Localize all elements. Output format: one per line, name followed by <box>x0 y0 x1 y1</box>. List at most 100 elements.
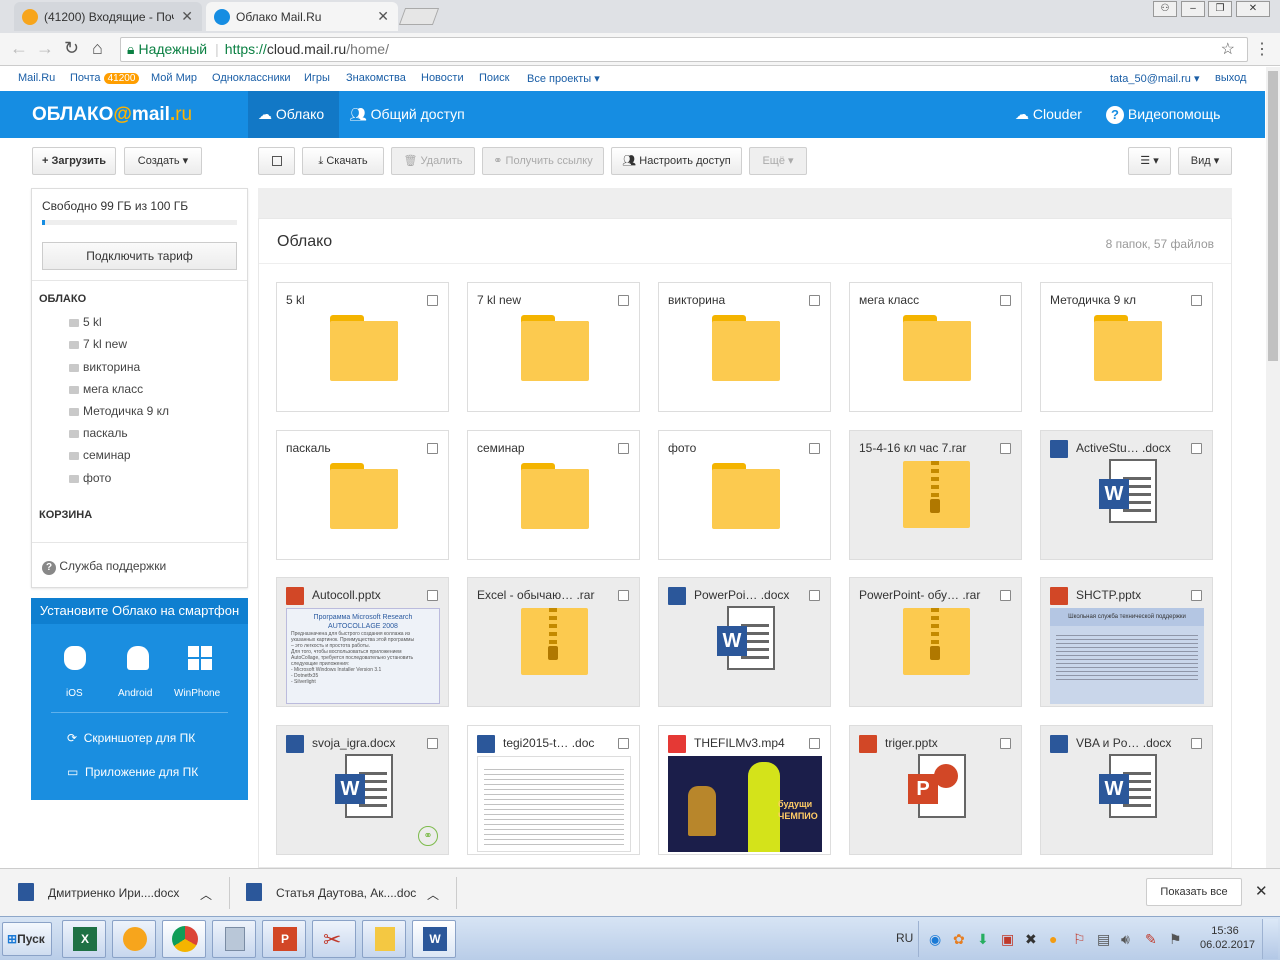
file-card[interactable]: Программа Microsoft Research AUTOCOLLAGE … <box>276 577 449 707</box>
sidebar-folder-pascal[interactable]: паскаль <box>69 426 128 440</box>
chevron-up-icon[interactable]: ︿ <box>200 886 212 903</box>
folder-card[interactable]: фото <box>658 430 831 560</box>
android-label[interactable]: Android <box>118 688 152 699</box>
taskbar-excel[interactable]: X <box>62 920 106 958</box>
item-checkbox[interactable] <box>1191 590 1202 601</box>
taskbar-scissors[interactable]: ✂ <box>312 920 356 958</box>
tray-app-icon[interactable]: ⚑ <box>1169 931 1182 948</box>
user-email[interactable]: tata_50@mail.ru ▾ <box>1110 72 1199 85</box>
tab-cloud[interactable]: Облако Mail.Ru ✕ <box>206 2 398 31</box>
section-trash[interactable]: КОРЗИНА <box>39 509 92 521</box>
portal-link-myworld[interactable]: Мой Мир <box>151 72 197 84</box>
tray-app-icon[interactable]: ▣ <box>1001 931 1014 948</box>
file-card[interactable]: Школьная служба технической поддержки SHC… <box>1040 577 1213 707</box>
sidebar-folder-7kl[interactable]: 7 kl new <box>69 337 127 351</box>
user-icon[interactable]: ⚇ <box>1153 1 1177 17</box>
tray-app-icon[interactable]: ✿ <box>953 931 965 948</box>
network-icon[interactable]: ◉ <box>929 931 941 948</box>
item-checkbox[interactable] <box>427 738 438 749</box>
tray-app-icon[interactable]: ✖ <box>1025 931 1037 948</box>
nav-shared[interactable]: 👥︎ Общий доступ <box>339 91 475 138</box>
item-checkbox[interactable] <box>809 738 820 749</box>
clouder-link[interactable]: ☁ Clouder <box>1005 91 1092 138</box>
sidebar-folder-metodichka[interactable]: Методичка 9 кл <box>69 404 169 418</box>
cloud-logo[interactable]: ОБЛАКО@mail.ru <box>32 104 192 126</box>
download-item-2[interactable]: Статья Даутова, Ак....doc <box>276 886 416 900</box>
item-checkbox[interactable] <box>1000 590 1011 601</box>
file-card[interactable]: Wsvoja_igra.docx ⚭ <box>276 725 449 855</box>
folder-card[interactable]: паскаль <box>276 430 449 560</box>
download-arrow-icon[interactable]: ⬇ <box>977 931 989 948</box>
tray-app-icon[interactable]: ● <box>1049 931 1057 947</box>
item-checkbox[interactable] <box>427 443 438 454</box>
item-checkbox[interactable] <box>1000 738 1011 749</box>
folder-card[interactable]: семинар <box>467 430 640 560</box>
winphone-label[interactable]: WinPhone <box>174 688 220 699</box>
new-tab-button[interactable] <box>398 8 440 25</box>
folder-card[interactable]: Методичка 9 кл <box>1040 282 1213 412</box>
get-link-button[interactable]: ⚭ Получить ссылку <box>482 147 604 175</box>
home-icon[interactable]: ⌂ <box>92 38 103 59</box>
back-icon[interactable]: ← <box>10 38 28 59</box>
view-button[interactable]: Вид ▾ <box>1178 147 1232 175</box>
portal-link-dating[interactable]: Знакомства <box>346 72 406 84</box>
close-tab-icon[interactable]: ✕ <box>181 8 193 25</box>
video-help-link[interactable]: ? Видеопомощь <box>1096 91 1230 138</box>
maximize-button[interactable]: ❐ <box>1208 1 1232 17</box>
taskbar-calculator[interactable] <box>212 920 256 958</box>
create-button[interactable]: Создать ▾ <box>124 147 202 175</box>
item-checkbox[interactable] <box>1000 295 1011 306</box>
scrollbar-thumb[interactable] <box>1268 71 1278 361</box>
taskbar-scratch[interactable] <box>112 920 156 958</box>
portal-link-search[interactable]: Поиск <box>479 72 509 84</box>
logout-link[interactable]: выход <box>1215 72 1246 84</box>
more-button[interactable]: Ещё ▾ <box>749 147 807 175</box>
download-item-1[interactable]: Дмитриенко Ири....docx <box>48 886 179 900</box>
taskbar-explorer[interactable] <box>362 920 406 958</box>
taskbar-chrome[interactable] <box>162 920 206 958</box>
taskbar-word[interactable]: W <box>412 920 456 958</box>
file-card[interactable]: tegi2015-t… .doc <box>467 725 640 855</box>
tab-mail[interactable]: (41200) Входящие - Почта ✕ <box>14 2 202 31</box>
support-link[interactable]: ? Служба поддержки <box>42 559 166 575</box>
file-card[interactable]: W PowerPoi… .docx <box>658 577 831 707</box>
item-checkbox[interactable] <box>1191 443 1202 454</box>
item-checkbox[interactable] <box>618 738 629 749</box>
item-checkbox[interactable] <box>809 590 820 601</box>
download-button[interactable]: ⤓ Скачать <box>302 147 384 175</box>
minimize-button[interactable]: – <box>1181 1 1205 17</box>
sidebar-folder-mega[interactable]: мега класс <box>69 382 143 396</box>
portal-link-games[interactable]: Игры <box>304 72 330 84</box>
item-checkbox[interactable] <box>618 295 629 306</box>
start-button[interactable]: ⊞Пуск <box>2 922 52 956</box>
close-tab-icon[interactable]: ✕ <box>377 8 389 25</box>
volume-icon[interactable]: 🔊︎ <box>1121 931 1130 948</box>
folder-card[interactable]: 5 kl <box>276 282 449 412</box>
item-checkbox[interactable] <box>618 443 629 454</box>
item-checkbox[interactable] <box>1191 295 1202 306</box>
sidebar-folder-foto[interactable]: фото <box>69 471 111 485</box>
item-checkbox[interactable] <box>809 443 820 454</box>
item-checkbox[interactable] <box>427 295 438 306</box>
select-all-checkbox[interactable] <box>258 147 295 175</box>
item-checkbox[interactable] <box>618 590 629 601</box>
nav-cloud[interactable]: ☁ Облако <box>248 91 339 138</box>
portal-link-news[interactable]: Новости <box>421 72 464 84</box>
close-window-button[interactable]: ✕ <box>1236 1 1270 17</box>
file-card[interactable]: будущи ЧЕМПИО THEFILMv3.mp4 <box>658 725 831 855</box>
tray-app-icon[interactable]: ⚐ <box>1073 931 1086 948</box>
folder-card[interactable]: викторина <box>658 282 831 412</box>
tray-app-icon[interactable]: ✎ <box>1145 931 1157 948</box>
tray-app-icon[interactable]: ▤ <box>1097 931 1110 948</box>
forward-icon[interactable]: → <box>36 38 54 59</box>
file-card[interactable]: W VBA и Po… .docx <box>1040 725 1213 855</box>
folder-card[interactable]: мега класс <box>849 282 1022 412</box>
file-card[interactable]: 15-4-16 кл час 7.rar <box>849 430 1022 560</box>
portal-link-ok[interactable]: Одноклассники <box>212 72 291 84</box>
share-access-button[interactable]: 👥︎ Настроить доступ <box>611 147 742 175</box>
delete-button[interactable]: 🗑︎ Удалить <box>391 147 475 175</box>
page-scrollbar[interactable] <box>1266 67 1280 868</box>
taskbar-powerpoint[interactable]: P <box>262 920 306 958</box>
portal-link-mailru[interactable]: Mail.Ru <box>18 72 55 84</box>
file-card[interactable]: PowerPoint- обу… .rar <box>849 577 1022 707</box>
